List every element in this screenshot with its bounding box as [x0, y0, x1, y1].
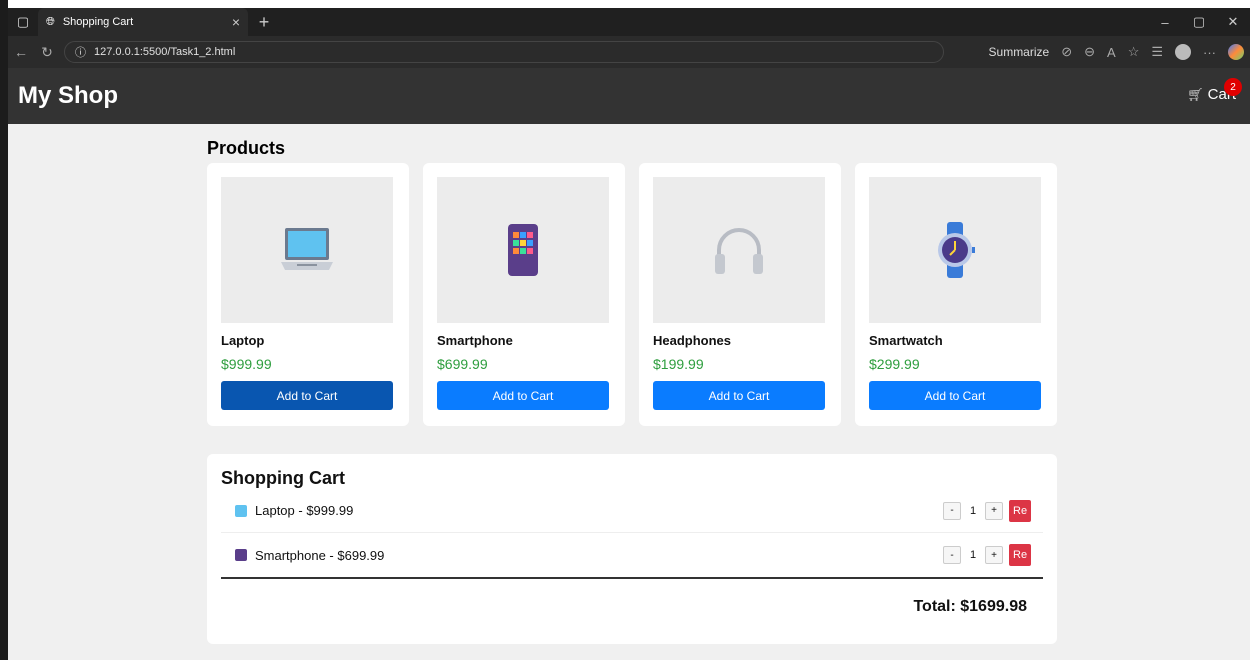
- site-logo[interactable]: My Shop: [18, 82, 118, 110]
- quantity-controls: - 1 + Re: [943, 499, 1031, 522]
- browser-tab[interactable]: 🌐︎ Shopping Cart ×: [38, 8, 248, 36]
- more-icon[interactable]: ···: [1203, 45, 1216, 60]
- browser-toolbar: ← ↻ ⓘ 127.0.0.1:5500/Task1_2.html Summar…: [8, 36, 1250, 68]
- headphones-icon: [715, 228, 763, 274]
- add-to-cart-button[interactable]: Add to Cart: [653, 381, 825, 410]
- cart-item-label: Laptop - $999.99: [255, 503, 354, 518]
- favorite-icon[interactable]: ☆: [1128, 44, 1140, 60]
- product-image: [221, 177, 393, 323]
- new-tab-button[interactable]: +: [252, 12, 276, 33]
- product-grid: Laptop $999.99 Add to Cart Smartphone $6…: [207, 163, 1057, 426]
- cart-item: Laptop - $999.99 - 1 + Re: [221, 489, 1043, 533]
- quantity-controls: - 1 + Re: [943, 544, 1031, 566]
- tab-actions-icon[interactable]: ▢: [8, 8, 38, 36]
- product-image: [869, 177, 1041, 323]
- cart-total: Total: $1699.98: [913, 598, 1027, 615]
- increase-button[interactable]: +: [985, 546, 1003, 564]
- add-to-cart-button[interactable]: Add to Cart: [221, 381, 393, 410]
- product-price: $699.99: [437, 356, 488, 372]
- toolbar-actions: Summarize ⊘ ⊖ A ☆ ☰ ···: [989, 36, 1244, 68]
- smartphone-icon: [508, 224, 538, 276]
- tab-title: Shopping Cart: [62, 16, 134, 28]
- increase-button[interactable]: +: [985, 501, 1003, 520]
- screen-top-edge: [0, 0, 1250, 8]
- site-header: My Shop 🛒︎ Cart 2: [8, 68, 1250, 124]
- product-price: $299.99: [869, 356, 920, 372]
- browser-titlebar: ▢ 🌐︎ Shopping Cart × + – ▢ ✕: [8, 8, 1250, 36]
- cart-icon: 🛒︎: [1187, 86, 1204, 102]
- main-content: Products Laptop $999.99 Add to Cart Smar…: [207, 138, 1057, 644]
- smartwatch-icon: [938, 222, 975, 278]
- product-price: $199.99: [653, 356, 704, 372]
- url-text: 127.0.0.1:5500/Task1_2.html: [94, 46, 236, 58]
- back-icon[interactable]: ←: [8, 36, 34, 68]
- globe-icon: 🌐︎: [46, 15, 55, 28]
- products-title: Products: [207, 138, 286, 158]
- add-to-cart-button[interactable]: Add to Cart: [437, 381, 609, 410]
- restore-icon[interactable]: ▢: [1182, 8, 1216, 36]
- product-name: Smartwatch: [869, 333, 943, 348]
- laptop-icon: [235, 504, 247, 517]
- profile-avatar[interactable]: [1175, 44, 1191, 60]
- product-price: $999.99: [221, 356, 272, 372]
- read-aloud-icon[interactable]: A: [1107, 45, 1116, 60]
- cart-count-badge: 2: [1224, 78, 1242, 96]
- minimize-icon[interactable]: –: [1148, 8, 1182, 36]
- screen-left-edge: [0, 0, 8, 660]
- add-to-cart-button[interactable]: Add to Cart: [869, 381, 1041, 410]
- zoom-icon[interactable]: ⊖: [1084, 44, 1095, 60]
- shopping-cart-panel: Shopping Cart Laptop - $999.99 - 1 + Re …: [207, 454, 1057, 644]
- product-card: Smartwatch $299.99 Add to Cart: [855, 163, 1057, 426]
- quantity-value: 1: [969, 549, 977, 561]
- quantity-value: 1: [969, 504, 977, 517]
- product-name: Smartphone: [437, 333, 513, 348]
- summarize-icon[interactable]: ⊘: [1061, 44, 1072, 60]
- address-bar[interactable]: ⓘ 127.0.0.1:5500/Task1_2.html: [64, 41, 944, 63]
- product-name: Headphones: [653, 333, 732, 348]
- product-card: Smartphone $699.99 Add to Cart: [423, 163, 625, 426]
- product-card: Laptop $999.99 Add to Cart: [207, 163, 409, 426]
- close-tab-icon[interactable]: ×: [232, 14, 240, 30]
- summarize-button[interactable]: Summarize: [989, 45, 1050, 59]
- product-name: Laptop: [221, 333, 265, 348]
- refresh-icon[interactable]: ↻: [34, 36, 60, 68]
- product-image: [653, 177, 825, 323]
- decrease-button[interactable]: -: [943, 501, 961, 520]
- product-card: Headphones $199.99 Add to Cart: [639, 163, 841, 426]
- laptop-icon: [281, 228, 333, 270]
- remove-button[interactable]: Re: [1009, 544, 1031, 566]
- cart-item-label: Smartphone - $699.99: [255, 547, 385, 563]
- decrease-button[interactable]: -: [943, 546, 961, 564]
- info-icon: ⓘ: [75, 47, 86, 59]
- copilot-icon[interactable]: [1228, 44, 1244, 60]
- smartphone-icon: [235, 549, 247, 561]
- cart-title: Shopping Cart: [221, 468, 345, 488]
- product-image: [437, 177, 609, 323]
- close-window-icon[interactable]: ✕: [1216, 8, 1250, 36]
- header-cart-link[interactable]: 🛒︎ Cart 2: [1187, 78, 1242, 103]
- cart-divider: [221, 577, 1043, 579]
- cart-item: Smartphone - $699.99 - 1 + Re: [221, 533, 1043, 577]
- remove-button[interactable]: Re: [1009, 499, 1031, 522]
- favorites-list-icon[interactable]: ☰: [1151, 44, 1163, 60]
- window-controls: – ▢ ✕: [1148, 8, 1250, 36]
